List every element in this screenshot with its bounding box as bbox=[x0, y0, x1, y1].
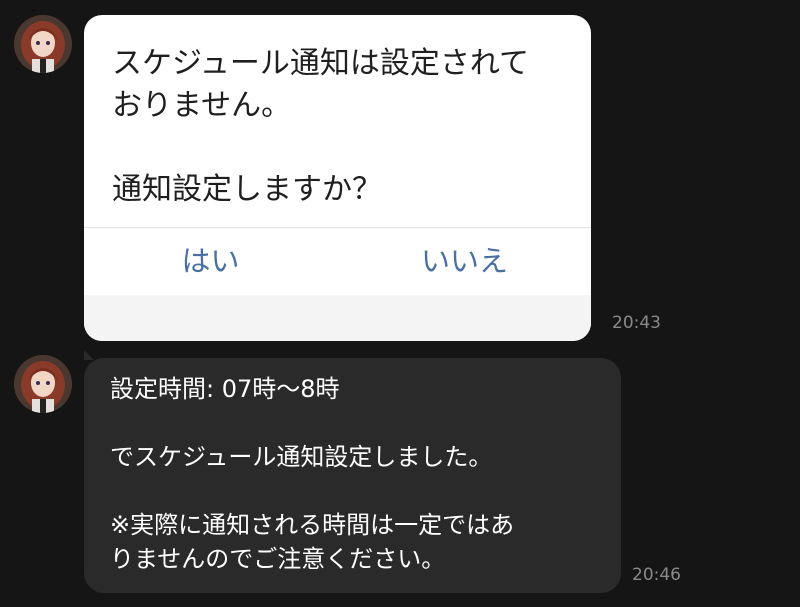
card-lower-band bbox=[84, 295, 591, 341]
message-bubble: 設定時間: 07時〜8時 でスケジュール通知設定しました。 ※実際に通知される時… bbox=[84, 358, 621, 593]
confirm-card: スケジュール通知は設定されて おりません。 通知設定しますか？ はい いいえ bbox=[84, 15, 591, 341]
chat-view: スケジュール通知は設定されて おりません。 通知設定しますか？ はい いいえ 2… bbox=[0, 0, 800, 607]
bubble-tail bbox=[84, 350, 94, 360]
message-time: 20:43 bbox=[612, 313, 661, 333]
confirm-message: スケジュール通知は設定されて おりません。 通知設定しますか？ bbox=[112, 46, 529, 207]
no-button[interactable]: いいえ bbox=[338, 229, 591, 293]
yes-button[interactable]: はい bbox=[84, 229, 337, 293]
avatar-icon bbox=[14, 15, 72, 73]
sender-avatar[interactable] bbox=[14, 15, 72, 73]
sender-avatar[interactable] bbox=[14, 355, 72, 413]
message-text: 設定時間: 07時〜8時 でスケジュール通知設定しました。 ※実際に通知される時… bbox=[110, 375, 515, 573]
message-time: 20:46 bbox=[632, 565, 681, 585]
avatar-icon bbox=[14, 355, 72, 413]
card-divider bbox=[84, 227, 591, 228]
